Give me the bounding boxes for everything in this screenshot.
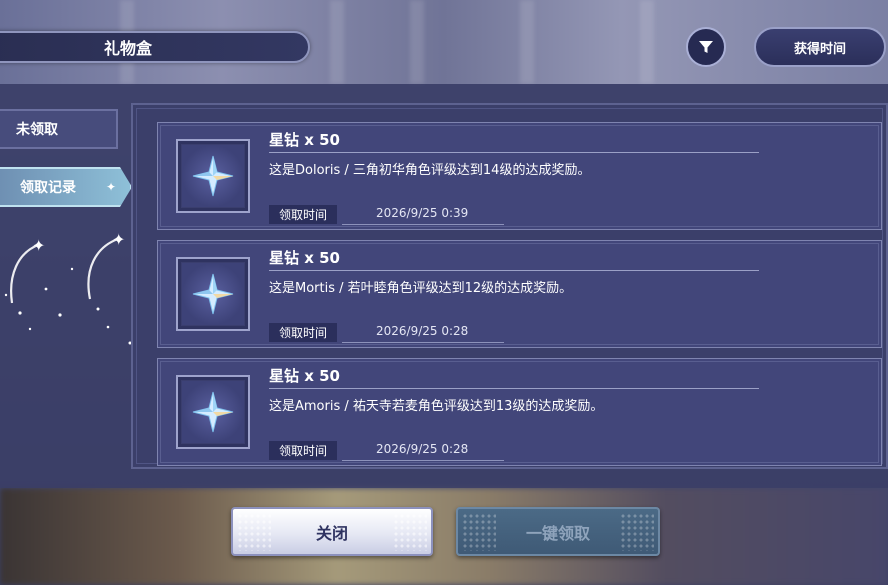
sparkle-icon: ✦: [105, 180, 116, 194]
claim-time-label: 领取时间: [269, 441, 337, 460]
claim-time-value: 2026/9/25 0:39: [376, 206, 469, 220]
close-button[interactable]: 关闭: [231, 507, 433, 556]
reward-title: 星钻 x 50: [269, 131, 340, 149]
divider: [342, 342, 504, 343]
reward-icon-frame: [176, 139, 250, 213]
divider: [269, 270, 759, 271]
tab-unclaimed[interactable]: 未领取: [0, 109, 118, 149]
close-button-label: 关闭: [315, 523, 348, 543]
filter-button[interactable]: [686, 27, 726, 67]
divider: [269, 152, 759, 153]
reward-title: 星钻 x 50: [269, 249, 340, 267]
button-dot-pattern: [393, 513, 427, 551]
reward-description: 这是Mortis / 若叶睦角色评级达到12级的达成奖励。: [269, 281, 573, 296]
reward-title: 星钻 x 50: [269, 367, 340, 385]
reward-icon-frame: [176, 257, 250, 331]
claim-time-label: 领取时间: [269, 205, 337, 224]
reward-icon-frame: [176, 375, 250, 449]
tab-claim-history[interactable]: 领取记录 ✦: [0, 167, 132, 207]
tab-claim-history-label: 领取记录: [20, 180, 76, 196]
divider: [342, 460, 504, 461]
claim-time-value: 2026/9/25 0:28: [376, 324, 469, 338]
filter-funnel-icon: [699, 41, 713, 53]
button-dot-pattern: [462, 513, 496, 551]
claim-time-value: 2026/9/25 0:28: [376, 442, 469, 456]
star-diamond-icon: [192, 155, 234, 197]
page-title: 礼物盒: [0, 31, 310, 63]
claim-time-label: 领取时间: [269, 323, 337, 342]
button-dot-pattern: [237, 513, 271, 551]
divider: [342, 224, 504, 225]
sort-by-time-button[interactable]: 获得时间: [754, 27, 886, 67]
tab-unclaimed-label: 未领取: [16, 122, 58, 138]
reward-card: 星钻 x 50 这是Amoris / 祐天寺若麦角色评级达到13级的达成奖励。 …: [157, 358, 882, 466]
reward-card: 星钻 x 50 这是Mortis / 若叶睦角色评级达到12级的达成奖励。 领取…: [157, 240, 882, 348]
svg-text:✦: ✦: [32, 236, 45, 255]
star-diamond-icon: [192, 391, 234, 433]
claim-all-button-label: 一键领取: [525, 523, 590, 543]
background-bottom-blur: [0, 488, 888, 585]
reward-card: 星钻 x 50 这是Doloris / 三角初华角色评级达到14级的达成奖励。 …: [157, 122, 882, 230]
button-dot-pattern: [620, 513, 654, 551]
svg-text:✦: ✦: [112, 230, 125, 249]
star-diamond-icon: [192, 273, 234, 315]
reward-description: 这是Amoris / 祐天寺若麦角色评级达到13级的达成奖励。: [269, 399, 604, 414]
divider: [269, 388, 759, 389]
claim-all-button[interactable]: 一键领取: [456, 507, 660, 556]
reward-description: 这是Doloris / 三角初华角色评级达到14级的达成奖励。: [269, 163, 591, 178]
